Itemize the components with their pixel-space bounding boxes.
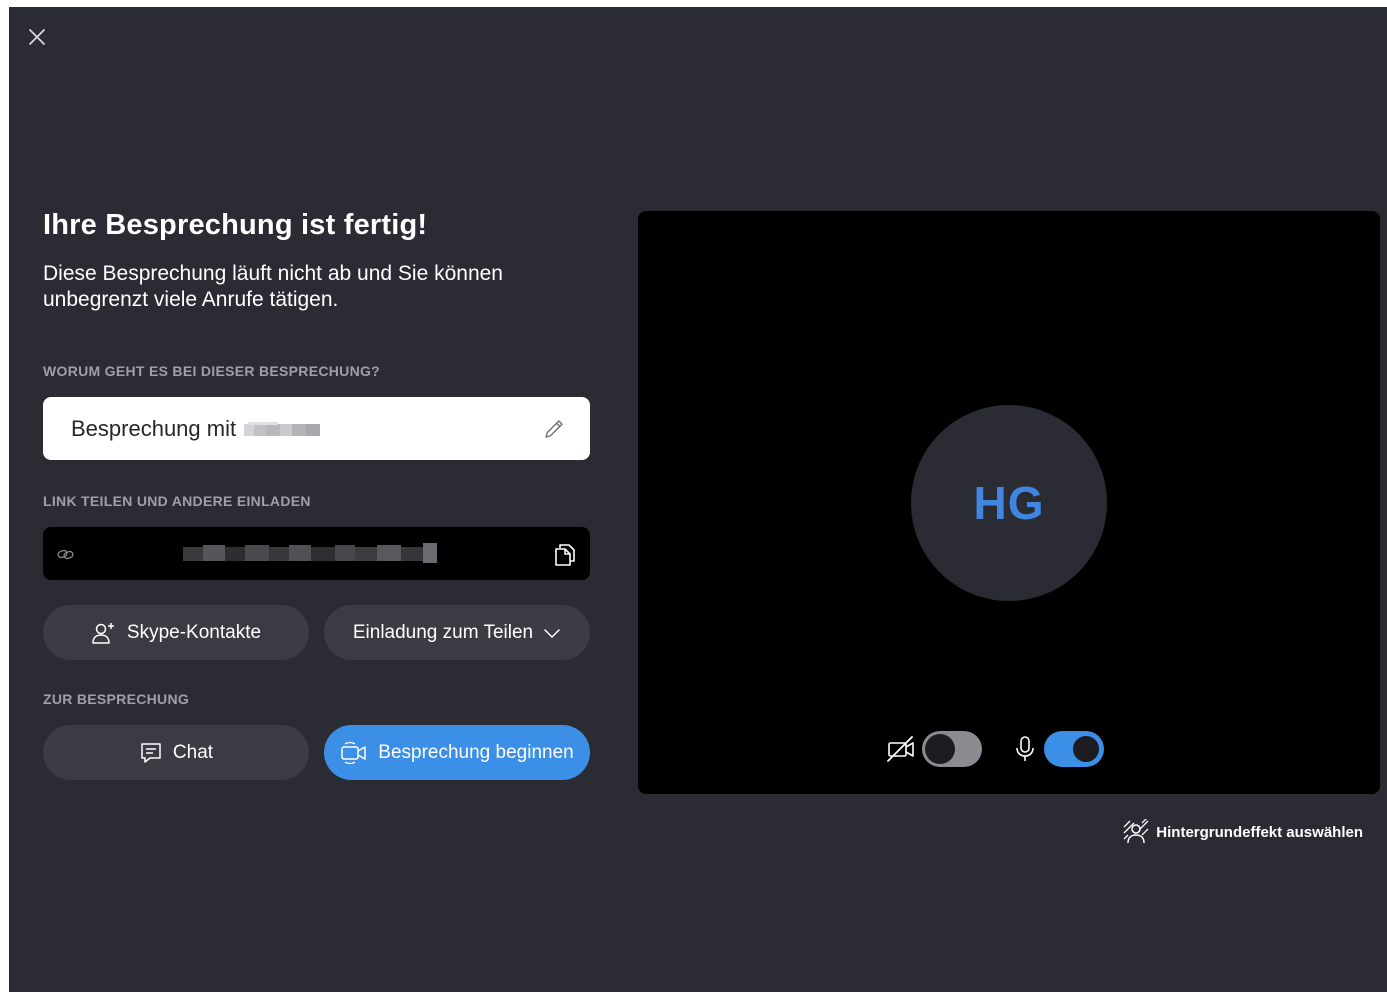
meeting-name-field[interactable]: Besprechung mit xyxy=(43,397,590,460)
chat-button[interactable]: Chat xyxy=(43,725,309,780)
close-icon xyxy=(29,29,45,45)
chat-icon xyxy=(141,742,161,763)
share-invitation-label: Einladung zum Teilen xyxy=(352,621,534,643)
redacted-name-block xyxy=(244,421,321,436)
pencil-icon xyxy=(545,419,563,438)
video-preview: HG xyxy=(638,211,1380,794)
meeting-name-text: Besprechung mit xyxy=(71,415,237,441)
page-subtitle: Diese Besprechung läuft nicht ab und Sie… xyxy=(43,262,503,311)
camera-off-icon xyxy=(887,736,914,762)
camera-toggle[interactable] xyxy=(922,731,982,767)
chevron-down-icon xyxy=(544,628,560,638)
page-title: Ihre Besprechung ist fertig! xyxy=(43,209,428,241)
share-section-label: LINK TEILEN UND ANDERE EINLADEN xyxy=(43,493,311,509)
meeting-ready-dialog: Ihre Besprechung ist fertig! Diese Bespr… xyxy=(9,7,1387,992)
background-effect-icon xyxy=(1123,819,1149,844)
topic-section-label: WORUM GEHT ES BEI DIESER BESPRECHUNG? xyxy=(43,363,381,379)
copy-icon xyxy=(555,543,575,566)
camera-toggle-knob xyxy=(925,734,955,764)
microphone-toggle-knob xyxy=(1071,734,1101,764)
join-section-label: ZUR BESPRECHUNG xyxy=(43,691,190,707)
redacted-link-block xyxy=(183,542,437,563)
avatar: HG xyxy=(911,405,1107,601)
start-meeting-label: Besprechung beginnen xyxy=(378,741,574,763)
background-effect-label: Hintergrundeffekt auswählen xyxy=(1156,823,1363,841)
start-meeting-button[interactable]: Besprechung beginnen xyxy=(324,725,590,780)
microphone-toggle[interactable] xyxy=(1044,731,1104,767)
device-controls xyxy=(886,731,1104,767)
add-person-icon xyxy=(92,622,114,644)
meeting-link-field[interactable] xyxy=(43,527,590,580)
link-icon xyxy=(57,549,74,559)
chat-label: Chat xyxy=(172,741,214,763)
skype-contacts-button[interactable]: Skype-Kontakte xyxy=(43,605,309,660)
edit-name-button[interactable] xyxy=(542,417,566,441)
copy-link-button[interactable] xyxy=(552,541,578,567)
microphone-icon xyxy=(1016,736,1034,761)
close-button[interactable] xyxy=(25,25,49,49)
background-effect-button[interactable]: Hintergrundeffekt auswählen xyxy=(1122,819,1363,845)
video-call-icon xyxy=(341,741,367,764)
skype-contacts-label: Skype-Kontakte xyxy=(126,621,262,643)
share-invitation-dropdown[interactable]: Einladung zum Teilen xyxy=(324,605,590,660)
